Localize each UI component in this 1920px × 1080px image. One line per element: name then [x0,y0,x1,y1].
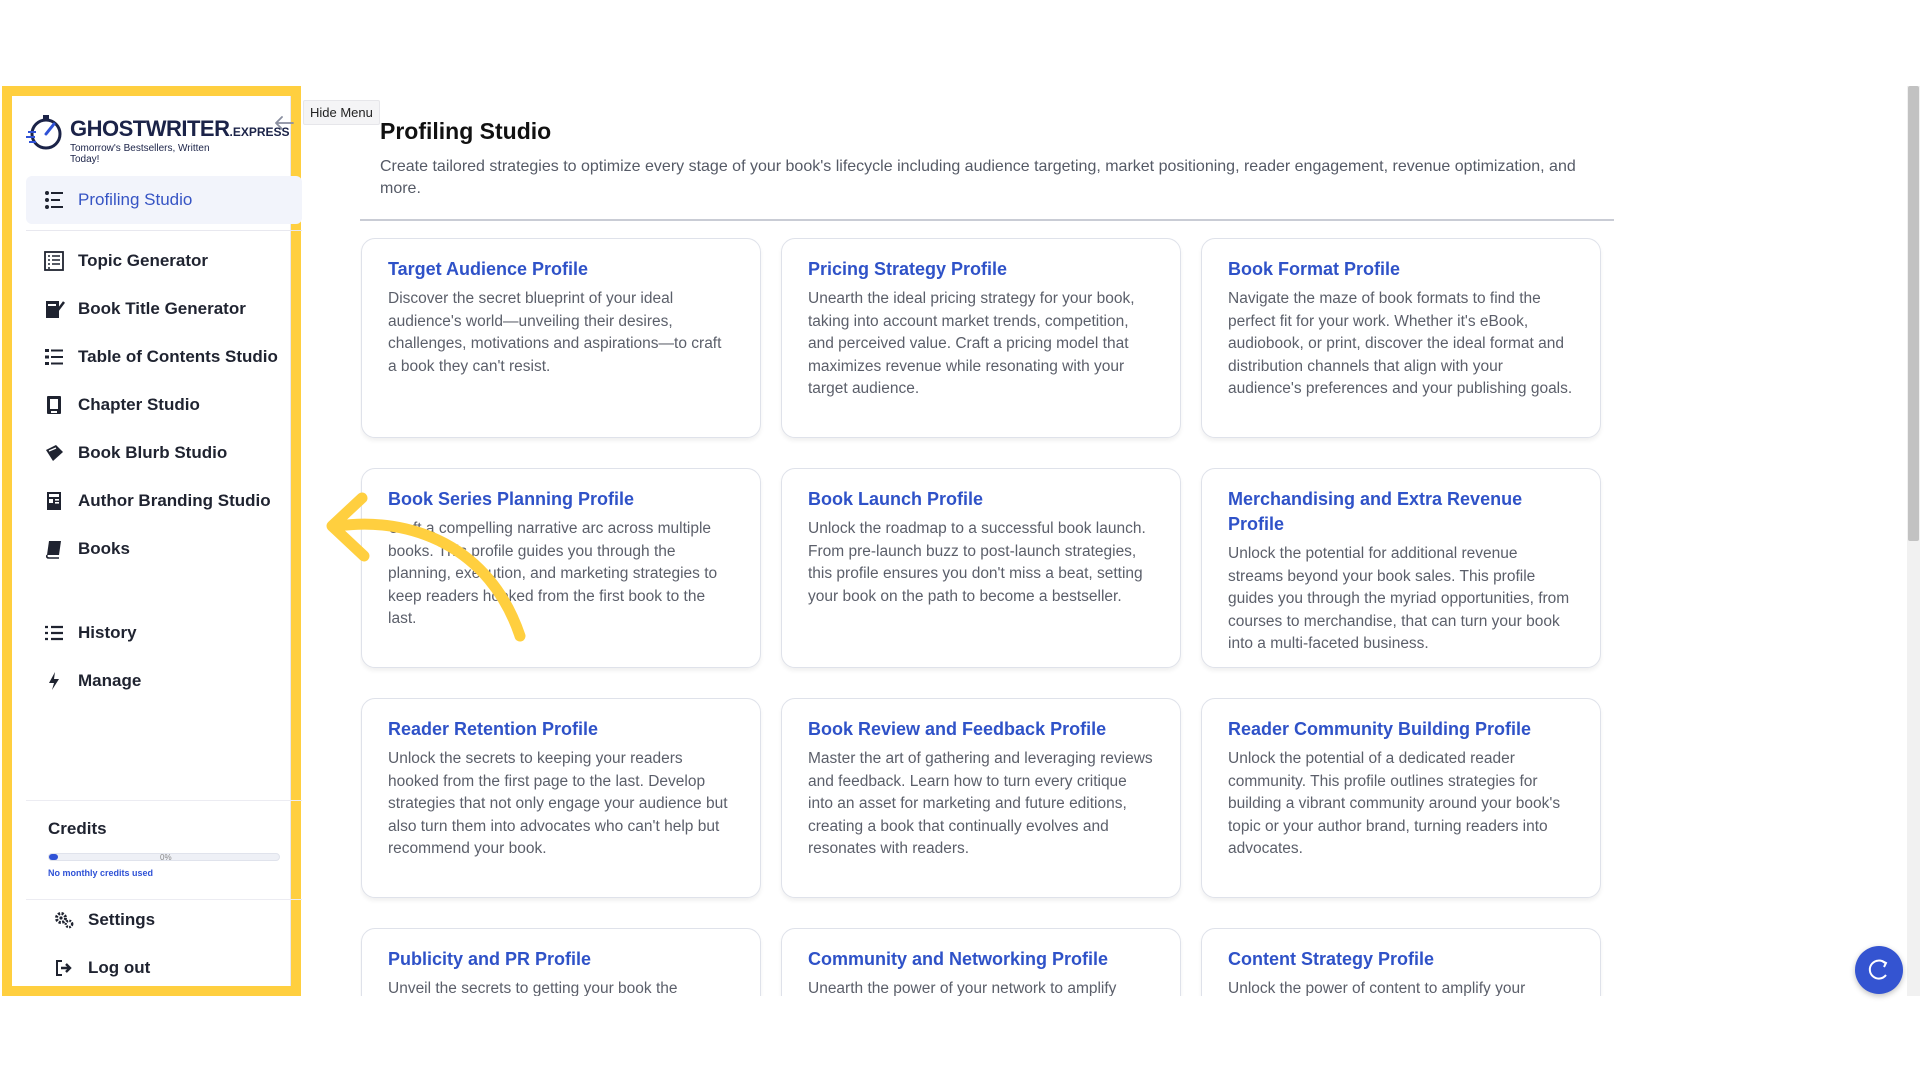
profile-card[interactable]: Community and Networking Profile Unearth… [781,928,1181,996]
credits-progress-fill [49,854,59,860]
topic-icon [42,249,66,273]
card-description: Unearth the power of your network to amp… [808,980,1117,996]
profile-card[interactable]: Book Series Planning Profile Craft a com… [361,468,761,668]
logo[interactable]: GHOSTWRITER.EXPRESS Tomorrow's Bestselle… [26,110,290,165]
branding-icon [42,489,66,513]
title-icon [42,297,66,321]
card-title: Book Launch Profile [808,489,984,509]
bolt-icon [42,669,66,693]
divider [360,219,1614,221]
list-icon [42,621,66,645]
sidebar-item-book-title-generator[interactable]: Book Title Generator [26,285,302,333]
sidebar-item-label: Settings [88,910,156,929]
sidebar-item-profiling-studio[interactable]: Profiling Studio [26,176,302,224]
card-description: Unlock the potential of a dedicated read… [1228,750,1561,857]
sidebar-item-label: Author Branding Studio [78,491,271,510]
chat-icon [1868,959,1888,980]
credits-title: Credits [48,819,107,838]
arrow-left-icon[interactable] [273,114,295,132]
toc-icon [42,345,66,369]
card-title: Target Audience Profile [388,259,589,279]
card-description: Master the art of gathering and leveragi… [808,750,1153,857]
sidebar-item-label: Books [78,539,130,558]
credits-percent: 0% [160,853,172,862]
sidebar-item-author-branding-studio[interactable]: Author Branding Studio [26,477,302,525]
sidebar-item-table-of-contents-studio[interactable]: Table of Contents Studio [26,333,302,381]
sidebar-item-label: Chapter Studio [78,395,200,414]
sidebar-item-books[interactable]: Books [26,525,302,573]
profiling-icon [42,188,66,212]
page-description: Create tailored strategies to optimize e… [380,158,1576,197]
profile-card[interactable]: Reader Retention Profile Unlock the secr… [361,698,761,898]
sidebar: GHOSTWRITER.EXPRESS Tomorrow's Bestselle… [2,86,302,996]
profile-card[interactable]: Book Format Profile Navigate the maze of… [1201,238,1601,438]
app-window: GHOSTWRITER.EXPRESS Tomorrow's Bestselle… [0,86,1920,996]
gears-icon [52,908,76,932]
profile-card[interactable]: Content Strategy Profile Unlock the powe… [1201,928,1601,996]
card-title: Content Strategy Profile [1228,949,1435,969]
chat-launcher-button[interactable] [1855,946,1903,994]
card-description: Unveil the secrets to getting your book … [388,980,678,996]
card-title: Merchandising and Extra Revenue Profile [1228,489,1523,534]
chapter-icon [42,393,66,417]
sidebar-item-history[interactable]: History [26,609,302,657]
sidebar-item-label: Topic Generator [78,251,209,270]
profile-card[interactable]: Book Review and Feedback Profile Master … [781,698,1181,898]
sidebar-item-label: Log out [88,958,151,977]
card-title: Book Format Profile [1228,259,1401,279]
sidebar-item-chapter-studio[interactable]: Chapter Studio [26,381,302,429]
divider [26,230,302,231]
blurb-icon [42,441,66,465]
scrollbar-thumb[interactable] [1908,86,1919,541]
profile-card[interactable]: Merchandising and Extra Revenue Profile … [1201,468,1601,668]
main-content: Profiling Studio Create tailored strateg… [360,86,1615,996]
profile-card[interactable]: Reader Community Building Profile Unlock… [1201,698,1601,898]
card-title: Publicity and PR Profile [388,949,592,969]
card-description: Unlock the roadmap to a successful book … [808,520,1146,605]
page-title: Profiling Studio [380,118,552,144]
card-title: Book Review and Feedback Profile [808,719,1107,739]
profile-card[interactable]: Publicity and PR Profile Unveil the secr… [361,928,761,996]
sidebar-item-label: Table of Contents Studio [78,347,278,366]
sidebar-item-manage[interactable]: Manage [26,657,302,705]
sidebar-item-label: Book Title Generator [78,299,246,318]
stopwatch-logo-icon [26,115,62,150]
logo-tagline: Tomorrow's Bestsellers, Written Today! [70,143,210,165]
card-description: Craft a compelling narrative arc across … [388,520,718,627]
logo-brand: GHOSTWRITER [70,116,230,141]
logout-icon [52,956,76,980]
sidebar-item-label: Profiling Studio [78,190,193,209]
credits-note: No monthly credits used [48,868,154,878]
scrollbar[interactable] [1907,86,1920,996]
card-description: Unearth the ideal pricing strategy for y… [808,290,1135,397]
sidebar-item-label: Book Blurb Studio [78,443,228,462]
profile-card[interactable]: Pricing Strategy Profile Unearth the ide… [781,238,1181,438]
credits-panel: Credits 0% No monthly credits used [26,800,302,900]
card-title: Reader Community Building Profile [1228,719,1532,739]
sidebar-item-label: History [78,623,137,642]
card-description: Unlock the secrets to keeping your reade… [388,750,728,857]
card-title: Reader Retention Profile [388,719,599,739]
sidebar-bottom-nav: Settings Log out [26,896,302,992]
sidebar-item-settings[interactable]: Settings [26,896,302,944]
sidebar-nav: Profiling Studio Topic Generator Book Ti… [26,176,302,705]
card-description: Navigate the maze of book formats to fin… [1228,290,1573,397]
card-title: Pricing Strategy Profile [808,259,1008,279]
sidebar-item-label: Manage [78,671,142,690]
profile-card[interactable]: Target Audience Profile Discover the sec… [361,238,761,438]
card-description: Discover the secret blueprint of your id… [388,290,722,375]
books-icon [42,537,66,561]
sidebar-item-topic-generator[interactable]: Topic Generator [26,237,302,285]
card-description: Unlock the power of content to amplify y… [1228,980,1526,996]
sidebar-item-log-out[interactable]: Log out [26,944,302,992]
profile-card[interactable]: Book Launch Profile Unlock the roadmap t… [781,468,1181,668]
sidebar-item-book-blurb-studio[interactable]: Book Blurb Studio [26,429,302,477]
card-title: Community and Networking Profile [808,949,1109,969]
card-description: Unlock the potential for additional reve… [1228,545,1570,652]
card-title: Book Series Planning Profile [388,489,635,509]
